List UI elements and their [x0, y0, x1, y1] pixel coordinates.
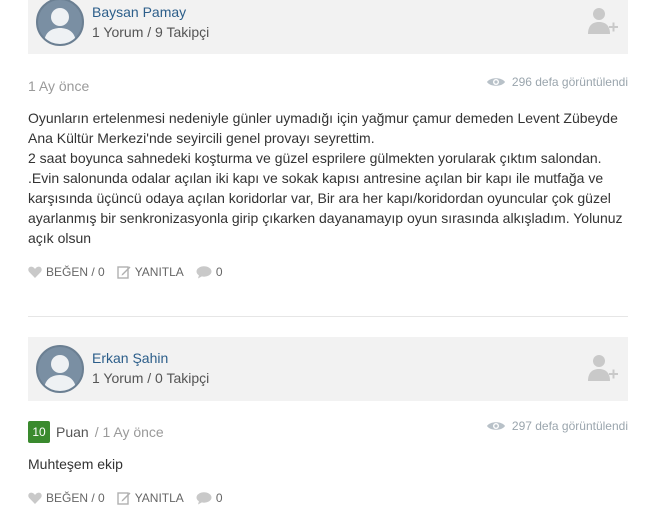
user-name[interactable]: Erkan Şahin: [92, 350, 168, 366]
heart-icon: [28, 492, 42, 504]
comment-actions: BEĞEN / 0 YANITLA 0: [28, 264, 235, 280]
comment-meta: 297 defa görüntülendi: [486, 419, 628, 441]
like-label: BEĞEN / 0: [46, 491, 105, 505]
like-label: BEĞEN / 0: [46, 265, 105, 279]
add-user-icon[interactable]: [586, 6, 620, 36]
view-count-text: 296 defa görüntülendi: [511, 75, 628, 89]
edit-icon: [116, 492, 131, 505]
user-stats: 1 Yorum / 0 Takipçi: [92, 370, 210, 386]
avatar[interactable]: [36, 345, 84, 393]
divider: [28, 316, 628, 317]
comment-count: 0: [215, 491, 223, 505]
score-badge: 10: [28, 421, 50, 443]
like-button[interactable]: BEĞEN / 0: [28, 265, 105, 279]
view-count: 297 defa görüntülendi: [486, 419, 628, 433]
view-count-text: 297 defa görüntülendi: [511, 419, 628, 433]
user-silhouette-icon: [44, 8, 76, 44]
user-stats: 1 Yorum / 9 Takipçi: [92, 24, 210, 40]
comment-meta: 1 Ay önce 296 defa görüntülendi: [28, 75, 628, 97]
comment-count: 0: [215, 265, 223, 279]
like-button[interactable]: BEĞEN / 0: [28, 491, 105, 505]
user-card: Baysan Pamay 1 Yorum / 9 Takipçi: [28, 0, 628, 54]
reply-label: YANITLA: [134, 265, 184, 279]
comments-button[interactable]: 0: [196, 265, 223, 279]
comment-paragraph: Oyunların ertelenmesi nedeniyle günler u…: [28, 110, 618, 146]
comment-body: Muhteşem ekip: [28, 454, 623, 474]
edit-icon: [116, 266, 131, 279]
comment-date: / 1 Ay önce: [94, 424, 164, 440]
comment-body: Oyunların ertelenmesi nedeniyle günler u…: [28, 108, 623, 248]
comment-paragraph: 2 saat boyunca sahnedeki koşturma ve güz…: [28, 150, 623, 246]
user-card: Erkan Şahin 1 Yorum / 0 Takipçi: [28, 337, 628, 401]
user-name[interactable]: Baysan Pamay: [92, 4, 186, 20]
add-user-icon[interactable]: [586, 353, 620, 383]
reply-button[interactable]: YANITLA: [116, 491, 184, 505]
user-silhouette-icon: [44, 355, 76, 391]
comment-actions: BEĞEN / 0 YANITLA 0: [28, 490, 235, 506]
eye-icon: [486, 78, 505, 86]
speech-bubble-icon: [196, 491, 212, 504]
reply-button[interactable]: YANITLA: [116, 265, 184, 279]
rating-row: 10 Puan / 1 Ay önce: [28, 421, 164, 443]
view-count: 296 defa görüntülendi: [486, 75, 628, 89]
comment-paragraph: Muhteşem ekip: [28, 456, 123, 472]
score-label: Puan: [56, 424, 89, 440]
eye-icon: [486, 422, 505, 430]
comments-button[interactable]: 0: [196, 491, 223, 505]
reply-label: YANITLA: [134, 491, 184, 505]
avatar[interactable]: [36, 0, 84, 46]
heart-icon: [28, 266, 42, 278]
comment-date: 1 Ay önce: [28, 78, 90, 94]
speech-bubble-icon: [196, 265, 212, 278]
